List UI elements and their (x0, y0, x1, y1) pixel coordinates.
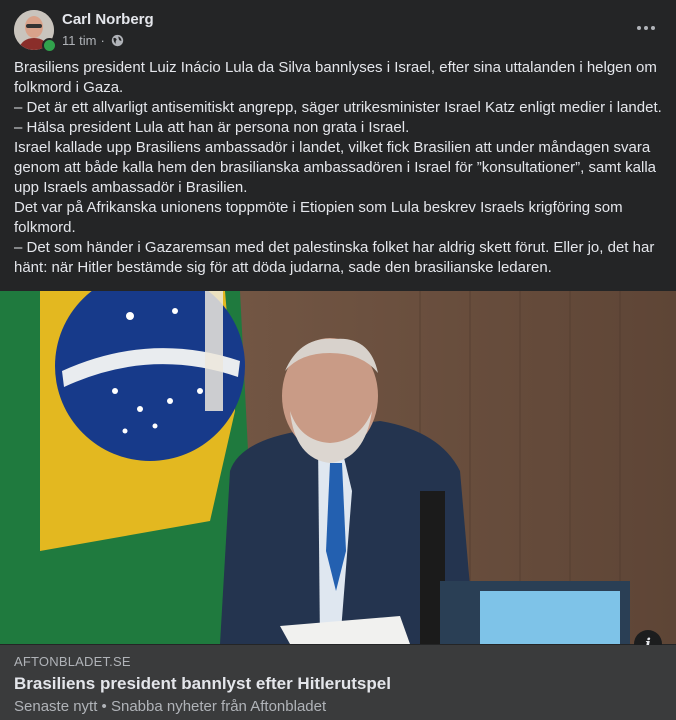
link-title[interactable]: Brasiliens president bannlyst efter Hitl… (14, 674, 391, 694)
post-paragraph: – Hälsa president Lula att han är person… (14, 119, 410, 136)
link-preview-image[interactable] (0, 291, 676, 644)
post-header: Carl Norberg 11 tim · (0, 0, 676, 58)
meta-separator: · (100, 33, 105, 48)
post-paragraph: Det var på Afrikanska unionens toppmöte … (14, 199, 623, 236)
more-dot (644, 26, 648, 30)
more-options-button[interactable] (628, 14, 664, 42)
link-preview-card[interactable]: AFTONBLADET.SE Brasiliens president bann… (0, 645, 676, 720)
post-meta: 11 tim · (62, 33, 124, 48)
post-paragraph: Israel kallade upp Brasiliens ambassadör… (14, 139, 656, 196)
post-timestamp[interactable]: 11 tim (62, 33, 96, 48)
author-name[interactable]: Carl Norberg (62, 11, 154, 28)
more-dot (651, 26, 655, 30)
post-paragraph: – Det är ett allvarligt antisemitiskt an… (14, 99, 662, 116)
post-paragraph: Brasiliens president Luiz Inácio Lula da… (14, 59, 657, 96)
more-dot (637, 26, 641, 30)
post-body: Brasiliens president Luiz Inácio Lula da… (14, 58, 666, 278)
online-status-dot (42, 38, 57, 53)
link-domain: AFTONBLADET.SE (14, 654, 131, 669)
link-subtitle: Senaste nytt • Snabba nyheter från Afton… (14, 698, 327, 715)
post-paragraph: – Det som händer i Gazaremsan med det pa… (14, 239, 655, 276)
news-photo (0, 291, 676, 644)
globe-icon (111, 34, 123, 47)
